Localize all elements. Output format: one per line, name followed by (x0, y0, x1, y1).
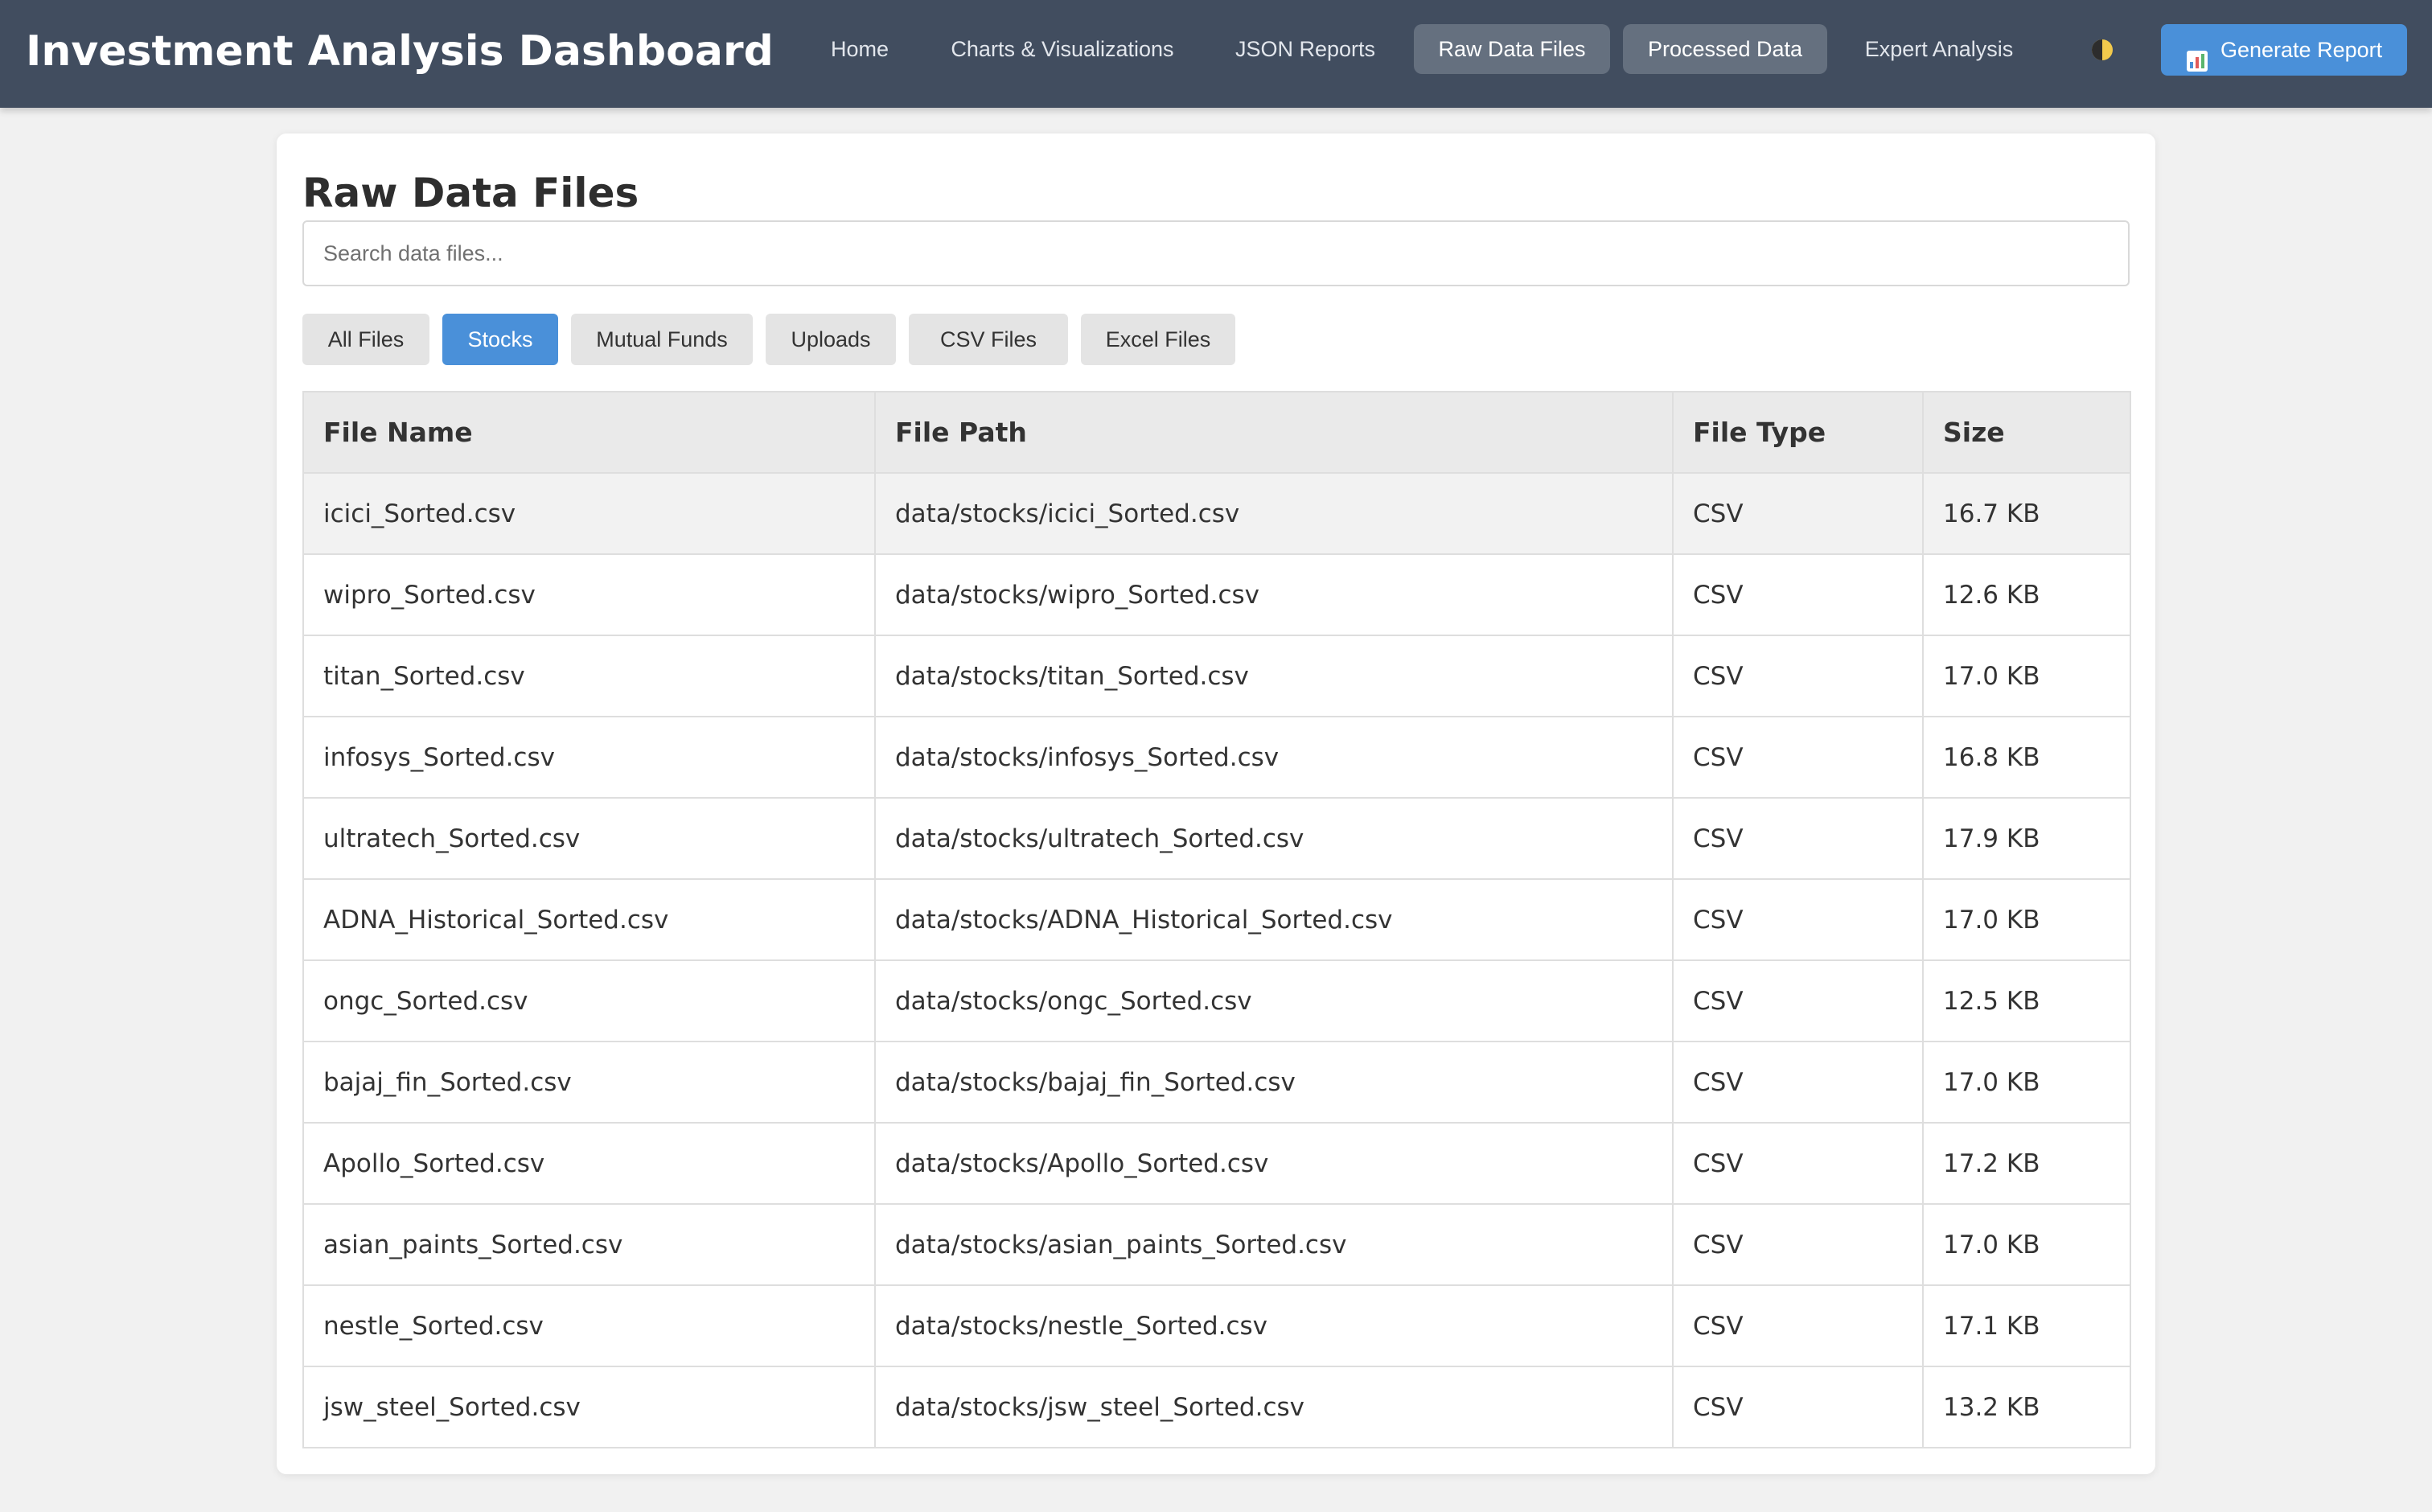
file-name-cell: ADNA_Historical_Sorted.csv (302, 878, 876, 961)
file-path-cell: data/stocks/icici_Sorted.csv (874, 472, 1674, 555)
file-size-cell: 17.0 KB (1922, 1203, 2131, 1286)
file-size-cell: 13.2 KB (1922, 1366, 2131, 1448)
generate-report-label: Generate Report (2220, 38, 2383, 62)
table-row[interactable]: Apollo_Sorted.csv data/stocks/Apollo_Sor… (302, 1122, 2131, 1205)
top-navbar: Investment Analysis Dashboard Home Chart… (0, 0, 2432, 108)
search-input[interactable] (302, 220, 2130, 286)
file-path-cell: data/stocks/jsw_steel_Sorted.csv (874, 1366, 1674, 1448)
table-row[interactable]: infosys_Sorted.csv data/stocks/infosys_S… (302, 716, 2131, 799)
file-path-cell: data/stocks/wipro_Sorted.csv (874, 553, 1674, 636)
file-size-cell: 12.6 KB (1922, 553, 2131, 636)
table-row[interactable]: jsw_steel_Sorted.csv data/stocks/jsw_ste… (302, 1366, 2131, 1448)
data-files-table: File Name File Path File Type Size icici… (302, 391, 2131, 1448)
file-path-cell: data/stocks/nestle_Sorted.csv (874, 1284, 1674, 1367)
file-type-cell: CSV (1672, 1366, 1924, 1448)
file-type-cell: CSV (1672, 1284, 1924, 1367)
theme-toggle-icon[interactable] (2089, 37, 2115, 63)
filter-csv-files[interactable]: CSV Files (909, 314, 1068, 365)
file-size-cell: 17.0 KB (1922, 635, 2131, 717)
file-name-cell: Apollo_Sorted.csv (302, 1122, 876, 1205)
file-name-cell: titan_Sorted.csv (302, 635, 876, 717)
column-header-file-type[interactable]: File Type (1672, 391, 1924, 474)
nav-raw-data-files[interactable]: Raw Data Files (1414, 24, 1610, 74)
raw-data-card: Raw Data Files All Files Stocks Mutual F… (277, 134, 2155, 1474)
file-type-cell: CSV (1672, 635, 1924, 717)
generate-report-button[interactable]: Generate Report (2161, 24, 2407, 76)
file-path-cell: data/stocks/titan_Sorted.csv (874, 635, 1674, 717)
file-size-cell: 17.1 KB (1922, 1284, 2131, 1367)
file-name-cell: nestle_Sorted.csv (302, 1284, 876, 1367)
file-size-cell: 16.7 KB (1922, 472, 2131, 555)
file-type-cell: CSV (1672, 1203, 1924, 1286)
file-path-cell: data/stocks/ultratech_Sorted.csv (874, 797, 1674, 880)
file-type-cell: CSV (1672, 878, 1924, 961)
file-path-cell: data/stocks/asian_paints_Sorted.csv (874, 1203, 1674, 1286)
file-size-cell: 17.0 KB (1922, 878, 2131, 961)
nav-processed-data[interactable]: Processed Data (1623, 24, 1827, 74)
table-row[interactable]: icici_Sorted.csv data/stocks/icici_Sorte… (302, 472, 2131, 555)
filter-uploads[interactable]: Uploads (766, 314, 896, 365)
file-type-cell: CSV (1672, 959, 1924, 1042)
column-header-file-path[interactable]: File Path (874, 391, 1674, 474)
file-type-cell: CSV (1672, 472, 1924, 555)
table-row[interactable]: bajaj_fin_Sorted.csv data/stocks/bajaj_f… (302, 1041, 2131, 1124)
nav-charts-visualizations[interactable]: Charts & Visualizations (933, 24, 1192, 74)
file-type-cell: CSV (1672, 553, 1924, 636)
bar-chart-icon (2187, 39, 2208, 72)
file-type-cell: CSV (1672, 1041, 1924, 1124)
page-title: Raw Data Files (302, 170, 639, 216)
file-name-cell: asian_paints_Sorted.csv (302, 1203, 876, 1286)
file-name-cell: wipro_Sorted.csv (302, 553, 876, 636)
nav-expert-analysis[interactable]: Expert Analysis (1848, 24, 2030, 74)
file-name-cell: ongc_Sorted.csv (302, 959, 876, 1042)
table-row[interactable]: titan_Sorted.csv data/stocks/titan_Sorte… (302, 635, 2131, 717)
nav-home[interactable]: Home (812, 24, 907, 74)
filter-mutual-funds[interactable]: Mutual Funds (571, 314, 753, 365)
file-size-cell: 17.2 KB (1922, 1122, 2131, 1205)
filter-excel-files[interactable]: Excel Files (1081, 314, 1235, 365)
file-type-cell: CSV (1672, 1122, 1924, 1205)
table-row[interactable]: nestle_Sorted.csv data/stocks/nestle_Sor… (302, 1284, 2131, 1367)
file-name-cell: ultratech_Sorted.csv (302, 797, 876, 880)
column-header-file-name[interactable]: File Name (302, 391, 876, 474)
file-type-cell: CSV (1672, 797, 1924, 880)
filter-all-files[interactable]: All Files (302, 314, 429, 365)
file-size-cell: 12.5 KB (1922, 959, 2131, 1042)
file-size-cell: 17.0 KB (1922, 1041, 2131, 1124)
file-name-cell: bajaj_fin_Sorted.csv (302, 1041, 876, 1124)
file-name-cell: jsw_steel_Sorted.csv (302, 1366, 876, 1448)
file-name-cell: infosys_Sorted.csv (302, 716, 876, 799)
table-row[interactable]: wipro_Sorted.csv data/stocks/wipro_Sorte… (302, 553, 2131, 636)
table-row[interactable]: asian_paints_Sorted.csv data/stocks/asia… (302, 1203, 2131, 1286)
table-row[interactable]: ADNA_Historical_Sorted.csv data/stocks/A… (302, 878, 2131, 961)
file-name-cell: icici_Sorted.csv (302, 472, 876, 555)
table-row[interactable]: ultratech_Sorted.csv data/stocks/ultrate… (302, 797, 2131, 880)
app-title: Investment Analysis Dashboard (26, 27, 774, 76)
file-size-cell: 17.9 KB (1922, 797, 2131, 880)
file-path-cell: data/stocks/Apollo_Sorted.csv (874, 1122, 1674, 1205)
table-header-row: File Name File Path File Type Size (302, 391, 2131, 474)
column-header-size[interactable]: Size (1922, 391, 2131, 474)
file-size-cell: 16.8 KB (1922, 716, 2131, 799)
file-path-cell: data/stocks/ADNA_Historical_Sorted.csv (874, 878, 1674, 961)
file-path-cell: data/stocks/bajaj_fin_Sorted.csv (874, 1041, 1674, 1124)
file-path-cell: data/stocks/ongc_Sorted.csv (874, 959, 1674, 1042)
nav-json-reports[interactable]: JSON Reports (1218, 24, 1393, 74)
file-type-cell: CSV (1672, 716, 1924, 799)
file-path-cell: data/stocks/infosys_Sorted.csv (874, 716, 1674, 799)
table-row[interactable]: ongc_Sorted.csv data/stocks/ongc_Sorted.… (302, 959, 2131, 1042)
filter-stocks[interactable]: Stocks (442, 314, 558, 365)
